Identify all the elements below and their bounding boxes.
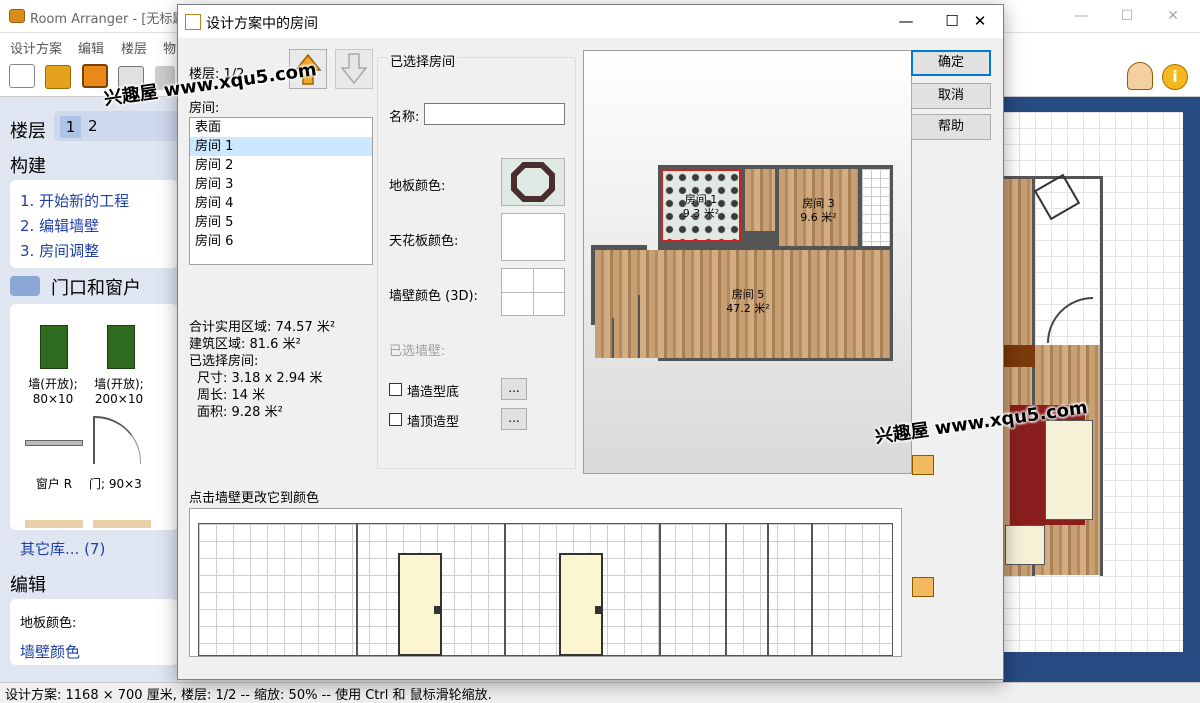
- object-thumb[interactable]: [25, 520, 83, 528]
- wall-open-200-icon[interactable]: [107, 325, 135, 369]
- preview-save-icon[interactable]: [912, 455, 934, 475]
- arrow-down-icon: [340, 53, 368, 85]
- step-new-project[interactable]: 1. 开始新的工程: [20, 190, 129, 211]
- wall-strip-canvas[interactable]: [198, 523, 893, 656]
- wall-color-link[interactable]: 墙壁颜色: [20, 641, 80, 662]
- list-item[interactable]: 房间 3: [190, 175, 372, 194]
- wall-top-more-button[interactable]: ...: [501, 408, 527, 430]
- object-label-wall-200: 墙(开放); 200×10: [94, 377, 144, 406]
- group-title: 已选择房间: [388, 51, 458, 70]
- floorplan-icon: [185, 14, 201, 30]
- preview-corridor: [745, 169, 775, 231]
- wall-open-80-icon[interactable]: [40, 325, 68, 369]
- menu-design[interactable]: 设计方案: [10, 38, 62, 57]
- object-label-wall-80: 墙(开放); 80×10: [28, 377, 78, 406]
- menu-floor[interactable]: 楼层: [121, 38, 147, 57]
- cancel-button[interactable]: 取消: [911, 83, 991, 109]
- object-label-window: 窗户 R: [35, 477, 73, 491]
- minimize-icon[interactable]: —: [1058, 0, 1104, 33]
- ok-button[interactable]: 确定: [911, 50, 991, 76]
- window-icon[interactable]: [25, 440, 83, 446]
- list-item-selected[interactable]: 房间 1: [190, 137, 372, 156]
- object-label-door: 门; 90×3: [89, 477, 142, 491]
- step-edit-walls[interactable]: 2. 编辑墙壁: [20, 215, 99, 236]
- wall-strip-save-icon[interactable]: [912, 577, 934, 597]
- wall-top-checkbox[interactable]: [389, 413, 402, 426]
- rooms-dialog: 设计方案中的房间 — ☐ ✕ 楼层: 1/2 房间: 表面 房间 1 房间 2 …: [177, 4, 1004, 680]
- new-icon[interactable]: [9, 64, 35, 88]
- app-logo-icon: [9, 9, 25, 23]
- step-adjust-rooms[interactable]: 3. 房间调整: [20, 240, 99, 261]
- plan-wall: [1100, 176, 1103, 576]
- list-item[interactable]: 表面: [190, 118, 372, 137]
- list-item[interactable]: 房间 2: [190, 156, 372, 175]
- sofa-icon[interactable]: [1045, 420, 1093, 520]
- preview-room-5-area: 47.2 米²: [726, 302, 770, 315]
- floor-color-label: 地板颜色:: [20, 616, 77, 631]
- menu-objects[interactable]: 物: [163, 38, 176, 57]
- edit-title: 编辑: [10, 575, 46, 596]
- floor-color-label: 地板颜色:: [389, 179, 446, 194]
- room-list[interactable]: 表面 房间 1 房间 2 房间 3 房间 4 房间 5 房间 6: [189, 117, 373, 265]
- preview-room-3-area: 9.6 米²: [800, 211, 837, 224]
- dialog-minimize-icon[interactable]: —: [883, 5, 929, 38]
- name-label: 名称:: [389, 110, 420, 125]
- selected-wall-label: 已选墙壁:: [389, 344, 446, 359]
- preview-wall: [638, 295, 640, 358]
- door-icon[interactable]: [559, 553, 603, 656]
- ceiling-color-swatch[interactable]: [501, 213, 565, 261]
- room-name-input[interactable]: [424, 103, 565, 125]
- octagon-tile-icon: [511, 162, 555, 202]
- room-area: 面积: 9.28 米²: [197, 405, 283, 420]
- doors-windows-title: 门口和窗户: [51, 278, 141, 299]
- rooms-label: 房间:: [189, 101, 220, 116]
- menu-edit[interactable]: 编辑: [78, 38, 104, 57]
- pointer-hand-icon[interactable]: [1127, 62, 1153, 90]
- wall-strip-label: 点击墙壁更改它到颜色: [189, 491, 320, 506]
- list-item[interactable]: 房间 4: [190, 194, 372, 213]
- maximize-icon[interactable]: ☐: [1104, 0, 1150, 33]
- wall-divider: [504, 524, 506, 656]
- wall-divider: [659, 524, 661, 656]
- wall-divider: [811, 524, 813, 656]
- status-text: 设计方案: 1168 × 700 厘米, 楼层: 1/2 -- 缩放: 50% …: [5, 688, 492, 703]
- open-icon[interactable]: [45, 65, 71, 89]
- floors-title: 楼层: [10, 121, 46, 142]
- info-icon[interactable]: i: [1162, 64, 1188, 90]
- floor-color-swatch[interactable]: [501, 158, 565, 206]
- object-thumb[interactable]: [93, 520, 151, 528]
- help-button[interactable]: 帮助: [911, 114, 991, 140]
- door-icon[interactable]: [398, 553, 442, 656]
- wall-color-swatch[interactable]: [501, 268, 565, 316]
- wall-color-label: 墙壁颜色 (3D):: [389, 289, 478, 304]
- build-title: 构建: [10, 156, 46, 177]
- close-icon[interactable]: ✕: [1150, 0, 1196, 33]
- armchair-icon[interactable]: [1005, 525, 1045, 565]
- wall-divider: [725, 524, 727, 656]
- door-handle-icon: [595, 606, 601, 614]
- floor-tab-1[interactable]: 1: [60, 116, 81, 138]
- wall-base-checkbox[interactable]: [389, 383, 402, 396]
- preview-wall: [612, 318, 614, 358]
- wall-divider: [767, 524, 769, 656]
- wall-top-label: 墙顶造型: [407, 415, 460, 430]
- list-item[interactable]: 房间 5: [190, 213, 372, 232]
- wall-base-more-button[interactable]: ...: [501, 378, 527, 400]
- preview-room-1-area: 9.3 米²: [682, 207, 720, 220]
- floor-tab-2[interactable]: 2: [88, 117, 98, 135]
- plan-cabinet: [1003, 345, 1035, 367]
- ceiling-color-label: 天花板颜色:: [389, 234, 459, 249]
- list-item[interactable]: 房间 6: [190, 232, 372, 251]
- preview-bathroom: [862, 169, 890, 246]
- dialog-title: 设计方案中的房间: [206, 16, 318, 32]
- door-handle-icon: [434, 606, 440, 614]
- more-libraries-link[interactable]: 其它库... (7): [20, 538, 105, 559]
- wall-divider: [356, 524, 358, 656]
- floor-down-button[interactable]: [335, 49, 373, 89]
- wall-base-label: 墙造型底: [407, 385, 460, 400]
- app-title: Room Arranger - [无标题: [30, 12, 186, 27]
- home-icon: [10, 276, 40, 296]
- dialog-close-icon[interactable]: ✕: [957, 5, 1003, 38]
